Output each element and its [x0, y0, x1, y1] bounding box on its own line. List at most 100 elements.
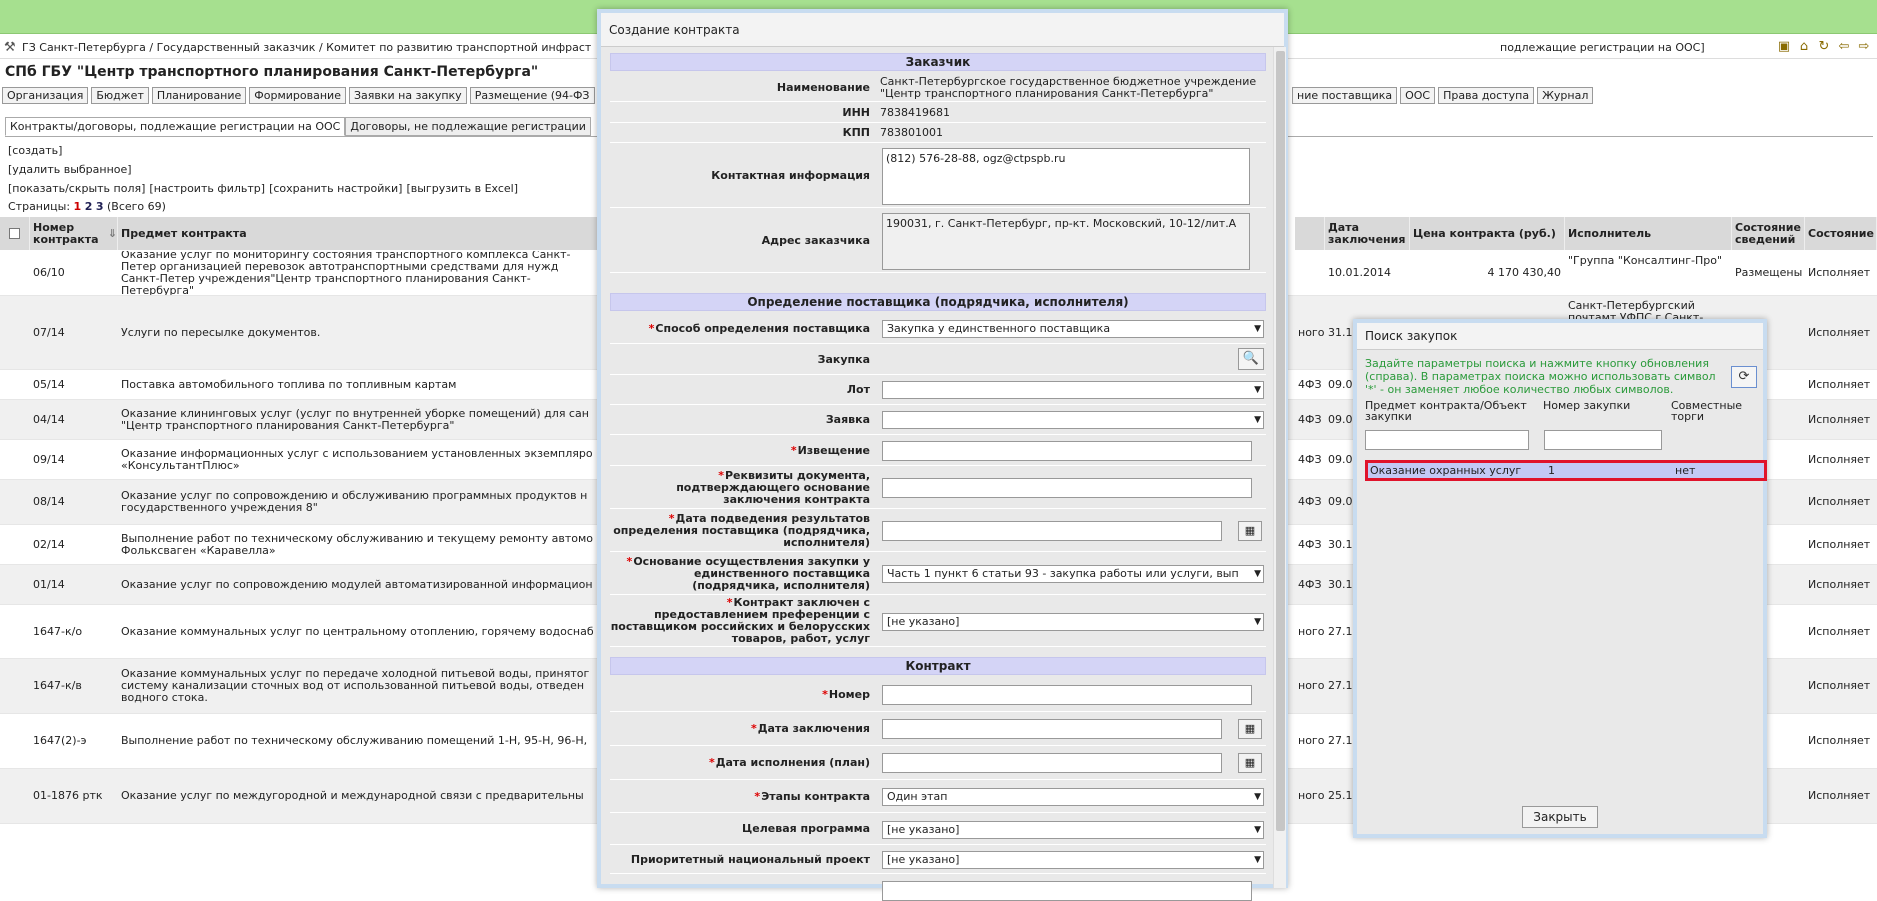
scrollbar-thumb[interactable]	[1276, 51, 1285, 831]
col-joint-header[interactable]: Совместные торги	[1668, 400, 1758, 422]
page-link-2[interactable]: 2	[85, 200, 93, 213]
label-notice: * Извещение	[610, 436, 874, 465]
search-purchase-button[interactable]: 🔍	[1238, 348, 1264, 370]
calendar-icon[interactable]: ▦	[1238, 753, 1262, 773]
header-price[interactable]: Цена контракта (руб.)	[1410, 217, 1565, 250]
menu-item-placement[interactable]: Размещение (94-ФЗ	[469, 87, 595, 104]
row-project: Приоритетный национальный проект [не ука…	[610, 846, 1266, 874]
calendar-icon[interactable]: ▦	[1238, 521, 1262, 541]
header-number[interactable]: Номер контракта ⇓	[30, 217, 118, 250]
breadcrumb-tail[interactable]: подлежащие регистрации на ООС]	[1500, 37, 1705, 58]
docs-input[interactable]	[882, 478, 1252, 498]
sign-date-input[interactable]	[882, 719, 1222, 739]
menu-item-organization[interactable]: Организация	[2, 87, 89, 104]
action-save-settings[interactable]: [сохранить настройки]	[269, 182, 402, 196]
checkbox-icon[interactable]	[9, 228, 20, 239]
header-info-state[interactable]: Состояние сведений	[1732, 217, 1805, 250]
main-menu: Организация Бюджет Планирование Формиров…	[2, 87, 595, 104]
sort-icon[interactable]: ⇓	[108, 227, 117, 240]
cell-checkbox[interactable]	[0, 370, 30, 399]
cell-law: 4ФЗ	[1298, 577, 1322, 591]
contact-textarea[interactable]: (812) 576-28-88, ogz@ctpspb.ru	[882, 148, 1250, 205]
org-title: СПб ГБУ "Центр транспортного планировани…	[5, 64, 539, 80]
number-filter-input[interactable]	[1544, 430, 1662, 450]
cell-checkbox[interactable]	[0, 296, 30, 369]
calendar-icon[interactable]: ▦	[1238, 719, 1262, 739]
menu-item-requests[interactable]: Заявки на закупку	[348, 87, 467, 104]
lot-select[interactable]: ▼	[882, 381, 1264, 399]
menu-item-journal[interactable]: Журнал	[1537, 87, 1594, 104]
header-select-all[interactable]	[0, 217, 30, 250]
header-executor[interactable]: Исполнитель	[1565, 217, 1732, 250]
breadcrumb-path[interactable]: ГЗ Санкт-Петербурга / Государственный за…	[22, 41, 591, 54]
page-link-3[interactable]: 3	[96, 200, 104, 213]
back-icon[interactable]: ⇦	[1837, 40, 1851, 54]
action-create[interactable]: [создать]	[8, 144, 62, 158]
cell-checkbox[interactable]	[0, 440, 30, 479]
cell-num: 01-1876 ртк	[33, 789, 103, 802]
result-date-input[interactable]	[882, 521, 1222, 541]
tools-icon[interactable]: ⚒	[4, 41, 18, 55]
label-method: * Способ определения поставщика	[610, 314, 874, 343]
bid-select[interactable]: ▼	[882, 411, 1264, 429]
folder-icon[interactable]: ▣	[1777, 40, 1791, 54]
cell-checkbox[interactable]	[0, 659, 30, 713]
tab-contracts-registered[interactable]: Контракты/договоры, подлежащие регистрац…	[5, 117, 346, 136]
menu-item-supplier[interactable]: ние поставщика	[1292, 87, 1398, 104]
cell-checkbox[interactable]	[0, 565, 30, 604]
row-inn: ИНН 7838419681	[610, 103, 1266, 123]
header-date[interactable]: Дата заключения	[1325, 217, 1410, 250]
menu-item-access[interactable]: Права доступа	[1438, 87, 1535, 104]
header-law[interactable]	[1295, 217, 1325, 250]
cell-subject: Оказание услуг по сопровождению и обслуж…	[121, 489, 588, 514]
col-subject-header[interactable]: Предмет контракта/Объект закупки	[1362, 400, 1536, 422]
cell-checkbox[interactable]	[0, 251, 30, 295]
cell-checkbox[interactable]	[0, 605, 30, 658]
cell-checkbox[interactable]	[0, 525, 30, 564]
label-purchase: Закупка	[817, 352, 870, 366]
menu-item-oos[interactable]: ООС	[1400, 87, 1436, 104]
menu-item-budget[interactable]: Бюджет	[91, 87, 149, 104]
project-select[interactable]: [не указано] ▼	[882, 851, 1264, 869]
cell-state: Исполняет	[1808, 624, 1871, 638]
refresh-button[interactable]: ⟳	[1731, 366, 1757, 388]
page-link-1[interactable]: 1	[74, 200, 82, 213]
menu-item-forming[interactable]: Формирование	[249, 87, 346, 104]
notice-input[interactable]	[882, 441, 1252, 461]
required-mark: *	[648, 321, 655, 335]
close-button[interactable]: Закрыть	[1522, 806, 1598, 828]
subject-filter-input[interactable]	[1365, 430, 1529, 450]
home-icon[interactable]: ⌂	[1797, 40, 1811, 54]
label-bid: Заявка	[825, 413, 870, 426]
cell-checkbox[interactable]	[0, 400, 30, 439]
col-number-header[interactable]: Номер закупки	[1540, 400, 1664, 420]
number-input[interactable]	[882, 685, 1252, 705]
cell-checkbox[interactable]	[0, 480, 30, 524]
menu-item-planning[interactable]: Планирование	[151, 87, 247, 104]
tab-contracts-unregistered[interactable]: Договоры, не подлежащие регистрации	[345, 117, 591, 136]
cell-checkbox[interactable]	[0, 714, 30, 768]
program-select[interactable]: [не указано] ▼	[882, 821, 1264, 839]
label-result-date: *Дата подведения результатов определения…	[610, 510, 874, 551]
cell-checkbox[interactable]	[0, 769, 30, 823]
address-textarea[interactable]: 190031, г. Санкт-Петербург, пр-кт. Моско…	[882, 213, 1250, 270]
preference-select[interactable]: [не указано] ▼	[882, 613, 1264, 631]
label-basis: *Основание осуществления закупки у единс…	[610, 553, 874, 594]
next-input[interactable]	[882, 881, 1252, 901]
basis-select[interactable]: Часть 1 пункт 6 статьи 93 - закупка рабо…	[882, 565, 1264, 583]
row-method: * Способ определения поставщика Закупка у…	[610, 314, 1266, 344]
dialog-scrollbar[interactable]	[1273, 47, 1286, 888]
stages-select[interactable]: Один этап ▼	[882, 788, 1264, 806]
exec-date-input[interactable]	[882, 753, 1222, 773]
action-filter[interactable]: [настроить фильтр]	[149, 182, 265, 196]
method-select[interactable]: Закупка у единственного поставщика ▼	[882, 320, 1264, 338]
action-toggle-fields[interactable]: [показать/скрыть поля]	[8, 182, 145, 196]
action-delete[interactable]: [удалить выбранное]	[8, 163, 132, 177]
refresh-icon[interactable]: ↻	[1817, 40, 1831, 54]
header-subject[interactable]: Предмет контракта	[118, 217, 598, 250]
row-contact: Контактная информация (812) 576-28-88, o…	[610, 144, 1266, 208]
action-export-excel[interactable]: [выгрузить в Excel]	[406, 182, 518, 196]
forward-icon[interactable]: ⇨	[1857, 40, 1871, 54]
search-result-row[interactable]: Оказание охранных услуг 1 нет	[1365, 460, 1767, 481]
header-state[interactable]: Состояние	[1805, 217, 1877, 250]
